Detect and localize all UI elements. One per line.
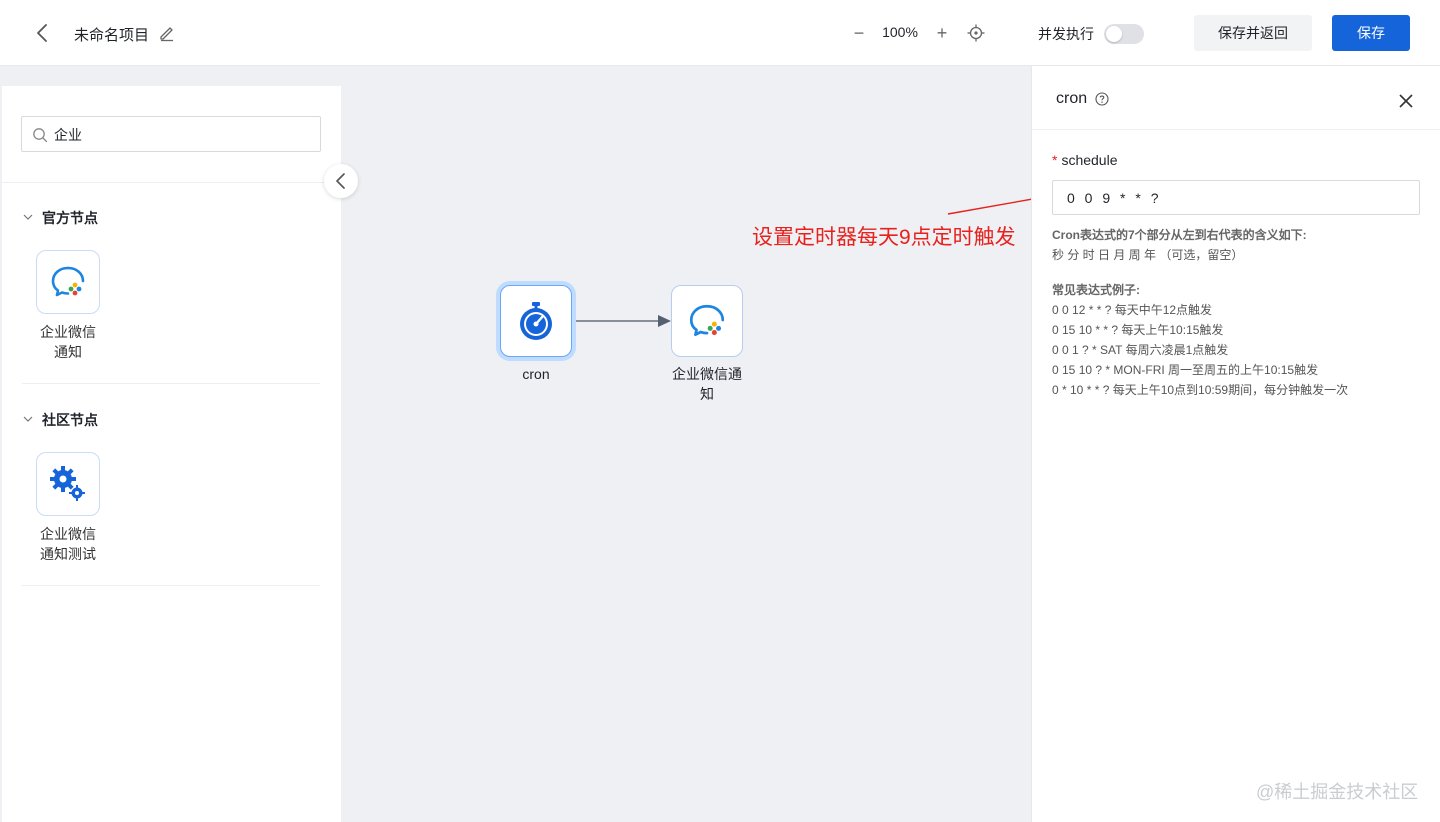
back-arrow-icon[interactable] (32, 22, 54, 44)
top-bar: 未命名项目 − 100% + 并发执行 保存并返回 保存 (0, 0, 1440, 66)
example-line: 0 15 10 * * ? 每天上午10:15触发 (1052, 323, 1224, 337)
flow-connector (572, 315, 671, 327)
divider (2, 182, 341, 183)
save-button[interactable]: 保存 (1332, 15, 1410, 51)
gear-icon (50, 466, 85, 501)
concurrent-toggle[interactable] (1104, 24, 1144, 44)
example-line: 0 0 12 * * ? 每天中午12点触发 (1052, 303, 1213, 317)
search-box[interactable] (21, 116, 321, 152)
library-node-wecom-notify[interactable]: 企业微信 通知 (28, 250, 108, 362)
required-mark: * (1052, 152, 1058, 168)
project-title: 未命名项目 (74, 27, 150, 44)
help-heading: Cron表达式的7个部分从左到右代表的含义如下: (1052, 228, 1307, 242)
properties-panel: cron *schedule Cron表达式的7个部分从左到右代表的含义如下: … (1031, 66, 1440, 822)
flow-node-label: 企业微信通 知 (672, 366, 742, 402)
chevron-left-icon (336, 173, 345, 189)
schedule-input[interactable] (1052, 180, 1420, 215)
library-node-wecom-notify-test[interactable]: 企业微信 通知测试 (28, 452, 108, 564)
chevron-down-icon (23, 214, 33, 220)
node-icon-box (36, 452, 100, 516)
collapse-panel-button[interactable] (324, 164, 358, 198)
example-line: 0 * 10 * * ? 每天上午10点到10:59期间，每分钟触发一次 (1052, 383, 1349, 397)
help-question-icon[interactable] (1095, 92, 1109, 106)
flow-node-cron[interactable] (500, 285, 572, 357)
panel-title: cron (1056, 90, 1088, 107)
watermark: @稀土掘金技术社区 (1256, 782, 1419, 802)
divider (22, 585, 320, 586)
node-label: 企业微信 通知测试 (40, 526, 96, 562)
schedule-label: * schedule (1052, 152, 1118, 168)
node-library-panel: 官方节点 企业微信 通知 社区节点 (2, 86, 341, 822)
divider (1032, 129, 1440, 130)
zoom-level: 100% (882, 24, 918, 40)
close-icon[interactable] (1396, 91, 1416, 111)
locate-center-icon[interactable] (967, 24, 985, 42)
zoom-in-button[interactable]: + (933, 22, 951, 44)
flow-node-label: cron (522, 366, 550, 382)
wecom-chat-icon (51, 266, 85, 297)
wecom-chat-icon (689, 304, 725, 337)
flow-node-wecom-notify[interactable] (671, 285, 743, 357)
chevron-down-icon (23, 416, 33, 422)
stopwatch-icon (520, 302, 552, 340)
save-and-return-button[interactable]: 保存并返回 (1194, 15, 1312, 51)
concurrent-label: 并发执行 (1038, 26, 1094, 42)
example-line: 0 15 10 ? * MON-FRI 周一至周五的上午10:15触发 (1052, 363, 1319, 377)
examples-heading: 常见表达式例子: (1052, 283, 1140, 297)
example-line: 0 0 1 ? * SAT 每周六凌晨1点触发 (1052, 343, 1229, 357)
annotation-text: 设置定时器每天9点定时触发 (752, 226, 1016, 249)
section-title: 官方节点 (42, 210, 98, 226)
node-label: 企业微信 通知 (40, 324, 96, 360)
node-icon-box (36, 250, 100, 314)
help-fields: 秒 分 时 日 月 周 年 （可选，留空） (1052, 248, 1244, 262)
zoom-out-button[interactable]: − (850, 22, 868, 44)
search-input[interactable] (54, 123, 314, 147)
section-title: 社区节点 (42, 412, 98, 428)
search-icon (33, 128, 48, 143)
edit-pencil-icon[interactable] (158, 24, 176, 42)
toggle-knob (1106, 26, 1122, 42)
divider (22, 383, 320, 384)
